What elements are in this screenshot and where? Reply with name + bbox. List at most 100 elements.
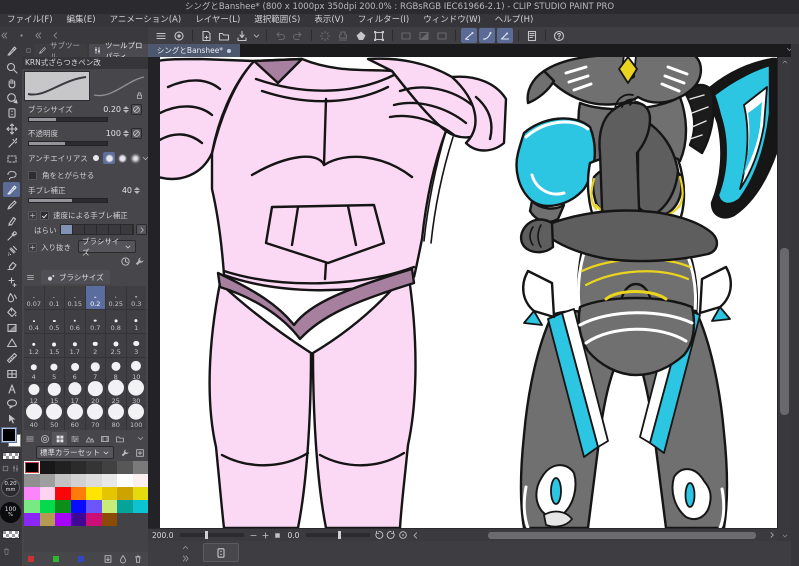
color-swatch[interactable] — [101, 474, 117, 487]
tool-marquee[interactable] — [3, 152, 20, 167]
tab-subtool[interactable]: サブツール — [34, 41, 87, 61]
menu-item[interactable]: レイヤー(L) — [188, 14, 247, 27]
brush-size-0.3[interactable]: 0.3 — [126, 286, 146, 310]
color-swatch[interactable] — [24, 500, 40, 513]
brush-size-1.5[interactable]: 1.5 — [44, 334, 64, 358]
color-swatch[interactable] — [39, 461, 55, 474]
stabilization-stepper[interactable] — [134, 187, 140, 194]
horizontal-scroll-thumb[interactable] — [488, 531, 756, 539]
color-set-dropdown[interactable]: 標準カラーセット — [36, 446, 114, 459]
opacity-dynamics-button[interactable] — [131, 128, 142, 139]
brush-size-0.4[interactable]: 0.4 — [24, 310, 44, 334]
brush-size-4[interactable]: 4 — [24, 358, 44, 382]
brush-size-10[interactable]: 10 — [126, 358, 146, 382]
zoom-out-button[interactable] — [247, 530, 259, 541]
brush-size-80[interactable]: 80 — [106, 404, 126, 430]
color-swatch[interactable] — [24, 487, 40, 500]
edit-color-set-icon[interactable] — [120, 448, 130, 458]
tool-zoom[interactable] — [3, 60, 20, 75]
tool-auto-select[interactable] — [3, 137, 20, 152]
reset-rotation-button[interactable] — [397, 530, 409, 541]
brush-size-3[interactable]: 3 — [126, 334, 146, 358]
inout-dropdown[interactable]: ブラシサイズ — [78, 237, 136, 257]
scale-rotate-button[interactable] — [371, 28, 387, 43]
texture-swatch[interactable] — [2, 530, 20, 539]
speed-stabilize-checkbox[interactable] — [40, 211, 49, 220]
tool-fill[interactable] — [3, 305, 20, 320]
color-swatch[interactable] — [55, 461, 71, 474]
brush-size-2[interactable]: 2 — [85, 334, 105, 358]
tool-select-pointer[interactable] — [3, 412, 20, 427]
dock-handle-icon[interactable] — [17, 31, 26, 40]
harai-level-bar[interactable] — [60, 224, 134, 235]
tool-figure[interactable] — [3, 335, 20, 350]
brush-size-0.8[interactable]: 0.8 — [106, 310, 126, 334]
brush-size-0.15[interactable]: 0.15 — [65, 286, 85, 310]
color-swatch[interactable] — [39, 487, 55, 500]
reselect-button[interactable] — [335, 28, 351, 43]
harai-more-button[interactable] — [136, 224, 147, 235]
brush-size-0.1[interactable]: 0.1 — [44, 286, 64, 310]
rotation-value[interactable]: 0.0 — [283, 531, 303, 540]
tab-color-wheel[interactable] — [37, 432, 52, 445]
zoom-slider[interactable] — [180, 531, 245, 539]
brush-size-menu-icon[interactable] — [26, 273, 35, 282]
brush-size-value[interactable]: 0.20 — [103, 105, 121, 114]
brush-size-stepper[interactable] — [123, 106, 129, 113]
color-swatch[interactable] — [24, 461, 40, 474]
color-swatch[interactable] — [86, 500, 102, 513]
canvas-page[interactable] — [156, 57, 778, 528]
main-color-swatch[interactable] — [2, 428, 16, 442]
deselect-button[interactable] — [317, 28, 333, 43]
collapsed-palette-button[interactable] — [203, 543, 239, 562]
rotation-slider[interactable] — [306, 531, 371, 539]
speed-stabilize-expand[interactable] — [28, 211, 37, 220]
tab-palette-menu[interactable] — [22, 432, 37, 445]
window-titlebar[interactable]: シングとBanshee* (800 x 1000px 350dpi 200.0%… — [0, 0, 799, 14]
color-swatch[interactable] — [24, 474, 40, 487]
color-swatch[interactable] — [132, 487, 148, 500]
brush-size-6[interactable]: 6 — [65, 358, 85, 382]
color-swatch[interactable] — [117, 513, 133, 526]
tab-color-set[interactable] — [52, 432, 67, 445]
stabilization-value[interactable]: 40 — [122, 186, 132, 195]
selection-border-button[interactable] — [434, 28, 450, 43]
color-swatch[interactable] — [39, 513, 55, 526]
restore-defaults-icon[interactable] — [120, 256, 131, 267]
color-swatch[interactable] — [101, 461, 117, 474]
fit-to-screen-button[interactable] — [271, 530, 283, 541]
zoom-in-button[interactable] — [259, 530, 271, 541]
tab-tool-property[interactable]: ツールプロパティ — [89, 41, 148, 61]
antialias-medium-button[interactable] — [116, 152, 128, 164]
color-swatch[interactable] — [117, 474, 133, 487]
rotate-right-button[interactable] — [385, 530, 397, 541]
menu-item[interactable]: 表示(V) — [307, 14, 350, 27]
tool-hand[interactable] — [3, 75, 20, 90]
zoom-value[interactable]: 200.0 — [148, 531, 177, 540]
brush-size-12[interactable]: 12 — [24, 382, 44, 406]
import-color-set-icon[interactable] — [103, 554, 113, 564]
brush-size-0.07[interactable]: 0.07 — [24, 286, 44, 310]
color-swatch[interactable] — [86, 487, 102, 500]
menu-item[interactable]: フィルター(I) — [351, 14, 416, 27]
brush-size-8[interactable]: 8 — [106, 358, 126, 382]
tool-balloon[interactable] — [3, 397, 20, 412]
snap-to-ruler-button[interactable] — [461, 28, 477, 43]
expand-right-icon[interactable] — [181, 554, 190, 563]
brush-size-30[interactable]: 30 — [126, 379, 146, 406]
color-swatch[interactable] — [70, 500, 86, 513]
color-swatch[interactable] — [132, 500, 148, 513]
back-view-button[interactable] — [409, 530, 421, 541]
tab-approximate-color[interactable] — [82, 432, 97, 445]
tool-rotate-canvas[interactable] — [3, 91, 20, 106]
brush-size-0.2[interactable]: 0.2 — [85, 286, 105, 310]
tool-marker[interactable] — [3, 213, 20, 228]
vertical-scroll-thumb[interactable] — [780, 248, 789, 415]
inout-expand[interactable] — [28, 243, 37, 252]
color-swatch[interactable] — [101, 500, 117, 513]
scroll-down-icon[interactable] — [778, 531, 791, 541]
brush-size-dynamics-button[interactable] — [131, 104, 142, 115]
tool-move-layer[interactable] — [3, 121, 20, 136]
tool-operation[interactable] — [3, 106, 20, 121]
menu-item[interactable]: 選択範囲(S) — [247, 14, 307, 27]
